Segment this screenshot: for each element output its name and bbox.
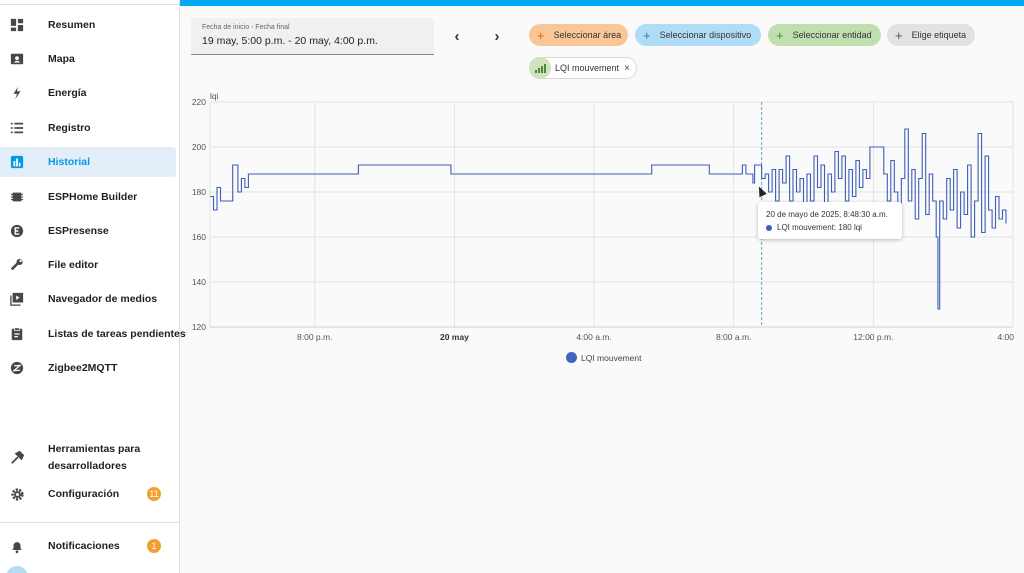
list-icon (9, 120, 25, 136)
sidebar-item-label: Mapa (48, 52, 75, 65)
sidebar-item-label: Navegador de medios (48, 292, 158, 305)
date-range-value: 19 may, 5:00 p.m. - 20 may, 4:00 p.m. (202, 35, 378, 47)
sidebar-item-espresense[interactable]: ESPresense (0, 216, 176, 246)
sidebar-item-mapa[interactable]: Mapa (0, 44, 176, 74)
wrench-icon (9, 257, 25, 273)
notifications-badge: 1 (147, 539, 161, 553)
sidebar-item-label: Zigbee2MQTT (48, 361, 118, 374)
x-tick-label: 8:00 p.m. (297, 332, 332, 342)
sidebar-item-label: Registro (48, 121, 91, 134)
legend-dot (566, 352, 577, 363)
chip-label: Seleccionar entidad (792, 30, 872, 40)
selected-entity-chip[interactable]: LQI mouvement × (529, 57, 637, 79)
sidebar-item-notifications[interactable]: Notificaciones 1 (0, 531, 176, 561)
x-tick-label: 4:00 a.m. (576, 332, 611, 342)
plus-icon: + (776, 27, 784, 43)
chip-icon (9, 189, 25, 205)
signal-icon (529, 57, 551, 79)
chart-tooltip: 20 de mayo de 2025, 8:48:30 a.m. LQI mou… (758, 202, 902, 239)
e-circle-icon (9, 223, 25, 239)
y-tick-label: 120 (192, 322, 206, 332)
sidebar-item-label: Resumen (48, 18, 96, 31)
sidebar-item-label: Notificaciones (48, 539, 120, 552)
play-box-icon (9, 291, 25, 307)
sidebar-divider (0, 522, 180, 523)
y-tick-label: 160 (192, 232, 206, 242)
chip-label: Seleccionar área (553, 30, 622, 40)
avatar[interactable] (6, 566, 28, 573)
sidebar-item-label: ESPHome Builder (48, 190, 138, 203)
zigbee-icon (9, 360, 25, 376)
x-tick-label: 20 may (440, 332, 469, 342)
chip-label: Elige etiqueta (911, 30, 967, 40)
chart-legend-item[interactable]: LQI mouvement (566, 352, 641, 363)
date-range-picker[interactable]: Fecha de inicio - Fecha final 19 may, 5:… (191, 18, 434, 55)
y-tick-label: 220 (192, 97, 206, 107)
chart-bar-icon (9, 154, 25, 170)
y-tick-label: 140 (192, 277, 206, 287)
sidebar-item-label: Historial (48, 155, 91, 168)
x-tick-label: 4:00 (997, 332, 1014, 342)
select-entity-chip[interactable]: + Seleccionar entidad (768, 24, 881, 46)
sidebar-item-label: ESPresense (48, 224, 109, 237)
close-icon[interactable]: × (624, 63, 630, 74)
sidebar-item-label: Listas de tareas pendientes (48, 327, 186, 340)
tooltip-row: LQI mouvement : 180 lqi (766, 223, 862, 232)
sidebar-item-file-editor[interactable]: File editor (0, 250, 176, 280)
sidebar-item-registro[interactable]: Registro (0, 113, 176, 143)
sidebar-top-divider (0, 0, 179, 5)
sidebar-item-historial[interactable]: Historial (0, 147, 176, 177)
selected-entity-label: LQI mouvement (555, 63, 620, 73)
x-tick-label: 12:00 p.m. (853, 332, 893, 342)
hammer-icon (9, 450, 25, 466)
sidebar: Resumen Mapa Energía Registro Historial ESPHo… (0, 0, 186, 573)
series-dot (766, 224, 772, 231)
y-tick-label: 180 (192, 187, 206, 197)
lightning-icon (9, 85, 25, 101)
sidebar-item-esphome-builder[interactable]: ESPHome Builder (0, 182, 176, 212)
sidebar-item-developer-tools[interactable]: Herramientas para desarrolladores (0, 441, 176, 475)
x-tick-label: 8:00 a.m. (716, 332, 751, 342)
dev-tools-line2: desarrolladores (48, 460, 127, 472)
tooltip-series: LQI mouvement (777, 223, 834, 232)
sidebar-item-label: Energía (48, 86, 87, 99)
date-range-label: Fecha de inicio - Fecha final (202, 24, 290, 31)
plus-icon: + (643, 27, 651, 43)
chip-label: Seleccionar dispositivo (659, 30, 752, 40)
y-axis-label: lqi (210, 91, 219, 101)
top-accent-bar (180, 0, 1024, 6)
dev-tools-line1: Herramientas para (48, 443, 141, 455)
sidebar-item-label: Herramientas para desarrolladores (48, 441, 140, 475)
map-icon (9, 51, 25, 67)
sidebar-item-settings[interactable]: Configuración 11 (0, 479, 176, 509)
tooltip-time: 20 de mayo de 2025, 8:48:30 a.m. (766, 210, 888, 219)
sidebar-item-label: File editor (48, 258, 99, 271)
tooltip-value: 180 lqi (838, 223, 862, 232)
clipboard-icon (9, 326, 25, 342)
sidebar-item-resumen[interactable]: Resumen (0, 10, 176, 40)
y-tick-label: 200 (192, 142, 206, 152)
select-area-chip[interactable]: + Seleccionar área (529, 24, 628, 46)
sidebar-item-label: Configuración (48, 487, 120, 500)
legend-label: LQI mouvement (581, 352, 642, 363)
sidebar-item-navegador-de-medios[interactable]: Navegador de medios (0, 284, 176, 314)
plus-icon: + (895, 27, 903, 43)
next-range-button[interactable]: › (487, 26, 507, 46)
previous-range-button[interactable]: ‹ (447, 26, 467, 46)
gear-icon (9, 486, 25, 502)
plus-icon: + (537, 27, 545, 43)
sidebar-item-listas-de-tareas-pendientes[interactable]: Listas de tareas pendientes (0, 319, 186, 349)
bell-icon (9, 538, 25, 554)
select-device-chip[interactable]: + Seleccionar dispositivo (635, 24, 761, 46)
sidebar-item-zigbee2mqtt[interactable]: Zigbee2MQTT (0, 353, 176, 383)
sidebar-item-energía[interactable]: Energía (0, 78, 176, 108)
dashboard-icon (9, 17, 25, 33)
settings-badge: 11 (147, 487, 161, 501)
select-label-chip[interactable]: + Elige etiqueta (887, 24, 975, 46)
